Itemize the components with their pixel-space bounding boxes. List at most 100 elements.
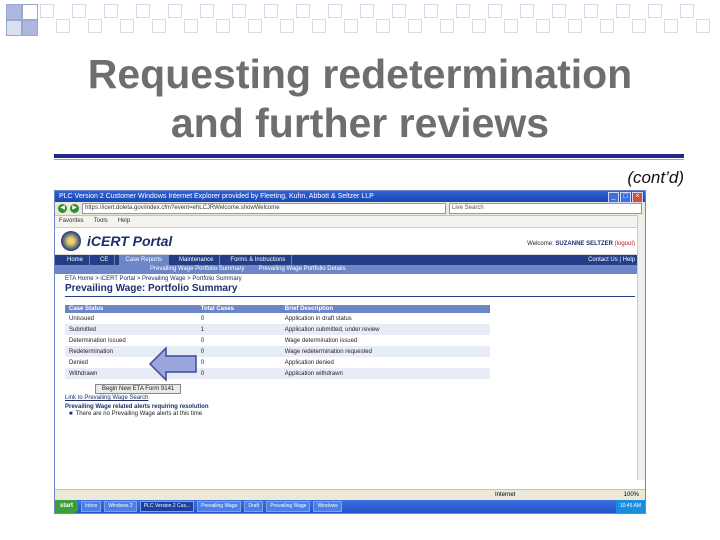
deco-square xyxy=(296,4,310,18)
url-input[interactable]: https://icert.doleta.gov/index.cfm?event… xyxy=(82,203,446,214)
maximize-icon[interactable]: □ xyxy=(620,192,631,203)
left-arrow-icon xyxy=(148,346,197,382)
windows-taskbar: start Inbox Windows 2 PLC Version 2 Cus.… xyxy=(55,500,645,513)
deco-square xyxy=(168,4,182,18)
table-row[interactable]: Determination Issued 0 Wage determinatio… xyxy=(65,335,490,346)
table-row[interactable]: Submitted 1 Application submitted, under… xyxy=(65,324,490,335)
case-status-table: Case Status Total Cases Brief Descriptio… xyxy=(65,305,490,379)
taskbar-item[interactable]: Windows xyxy=(313,501,342,512)
start-button[interactable]: start xyxy=(55,500,79,513)
taskbar-clock: 10:45 AM xyxy=(615,500,645,513)
deco-square xyxy=(328,4,342,18)
window-title: PLC Version 2 Customer Windows Internet … xyxy=(59,193,374,200)
case-status-cell[interactable]: Unissued xyxy=(65,313,197,324)
taskbar-item[interactable]: Draft xyxy=(244,501,264,512)
taskbar-item[interactable]: Prevailing Wage xyxy=(197,501,242,512)
breadcrumb[interactable]: ETA Home > iCERT Portal > Prevailing Wag… xyxy=(65,276,635,282)
description-cell: Application denied xyxy=(284,359,334,366)
deco-square xyxy=(136,4,150,18)
tab-maintenance[interactable]: Maintenance xyxy=(173,255,221,265)
window-controls: _ □ × xyxy=(608,192,643,203)
subtab-portfolio-summary[interactable]: Prevailing Wage Portfolio Summary xyxy=(145,265,249,274)
deco-square xyxy=(584,4,598,18)
total-cases-cell[interactable]: 0 xyxy=(197,335,281,346)
browser-window: PLC Version 2 Customer Windows Internet … xyxy=(54,190,646,514)
slide-title: Requesting redetermination and further r… xyxy=(0,50,720,148)
page-scrollbar[interactable] xyxy=(637,215,645,480)
deco-square xyxy=(104,4,118,18)
corner-decoration xyxy=(0,0,720,40)
table-row[interactable]: Redetermination 0 Wage redetermination r… xyxy=(65,346,490,357)
total-cases-cell[interactable]: 0 xyxy=(197,357,281,368)
title-line-1: Requesting redetermination xyxy=(87,51,633,97)
minimize-icon[interactable]: _ xyxy=(608,192,619,203)
window-titlebar: PLC Version 2 Customer Windows Internet … xyxy=(55,191,645,203)
table-row[interactable]: Withdrawn 0 Application withdrawn xyxy=(65,368,490,379)
total-cases-cell[interactable]: 0 xyxy=(197,313,281,324)
help-menu[interactable]: Help xyxy=(118,216,130,227)
page-title: Prevailing Wage: Portfolio Summary xyxy=(65,283,238,294)
deco-square xyxy=(552,4,566,18)
search-input[interactable]: Live Search xyxy=(449,203,642,214)
favorites-menu[interactable]: Favorites xyxy=(59,216,84,227)
tools-menu[interactable]: Tools xyxy=(94,216,108,227)
table-row[interactable]: Unissued 0 Application in draft status xyxy=(65,313,490,324)
deco-square xyxy=(424,4,438,18)
total-cases-cell[interactable]: 1 xyxy=(196,324,281,335)
deco-square xyxy=(216,19,230,33)
description-cell: Wage determination issued xyxy=(284,337,358,344)
back-icon[interactable]: ◀ xyxy=(58,204,67,213)
deco-square xyxy=(152,19,166,33)
deco-square xyxy=(456,4,470,18)
browser-statusbar: Internet 100% xyxy=(55,489,645,500)
deco-square xyxy=(120,19,134,33)
taskbar-item[interactable]: Inbox xyxy=(81,501,102,512)
deco-square xyxy=(232,4,246,18)
deco-square xyxy=(600,19,614,33)
portal-header: iCERT Portal Welcome: SUZANNE SELTZER (l… xyxy=(55,228,645,255)
deco-square xyxy=(22,4,38,20)
deco-square xyxy=(616,4,630,18)
taskbar-item[interactable]: Windows 2 xyxy=(104,501,137,512)
case-status-cell[interactable]: Determination Issued xyxy=(65,335,197,346)
close-icon[interactable]: × xyxy=(632,192,643,203)
deco-square xyxy=(440,19,454,33)
deco-square xyxy=(360,4,374,18)
tab-home[interactable]: Home xyxy=(61,255,91,265)
tab-case-reports[interactable]: Case Reports xyxy=(119,255,170,265)
title-rule xyxy=(54,154,684,158)
tab-ce[interactable]: CE xyxy=(94,255,116,265)
prevailing-wage-search-link[interactable]: Link to Prevailing Wage Search xyxy=(65,395,635,401)
user-name: SUZANNE SELTZER xyxy=(555,241,613,247)
case-status-cell[interactable]: Submitted xyxy=(65,324,197,335)
deco-square xyxy=(6,20,22,36)
dol-seal-icon xyxy=(61,231,81,251)
taskbar-item-active[interactable]: PLC Version 2 Cus... xyxy=(139,501,195,512)
deco-grid-strip xyxy=(40,4,720,34)
new-form-button[interactable]: Begin New ETA Form 9141 xyxy=(95,384,182,394)
deco-square xyxy=(200,4,214,18)
description-cell: Application submitted, under review xyxy=(280,324,490,335)
deco-square xyxy=(184,19,198,33)
total-cases-cell[interactable]: 0 xyxy=(196,346,281,357)
continued-label: (cont’d) xyxy=(627,168,684,187)
page-content: ETA Home > iCERT Portal > Prevailing Wag… xyxy=(55,274,645,419)
table-row[interactable]: Denied 0 Application denied xyxy=(65,357,490,368)
total-cases-cell[interactable]: 0 xyxy=(196,368,281,379)
logout-link[interactable]: (logout) xyxy=(615,241,635,247)
zoom-level[interactable]: 100% xyxy=(624,490,639,500)
deco-square xyxy=(392,4,406,18)
deco-square xyxy=(536,19,550,33)
deco-square xyxy=(88,19,102,33)
deco-square xyxy=(472,19,486,33)
tab-forms[interactable]: Forms & Instructions xyxy=(224,255,293,265)
deco-square xyxy=(40,4,54,18)
header-case-status: Case Status xyxy=(65,305,197,313)
deco-square xyxy=(664,19,678,33)
forward-icon[interactable]: ▶ xyxy=(70,204,79,213)
taskbar-item[interactable]: Prevailing Wage xyxy=(266,501,311,512)
subtab-portfolio-details[interactable]: Prevailing Wage Portfolio Details xyxy=(253,265,350,274)
contact-help-links[interactable]: Contact Us | Help xyxy=(588,255,635,265)
deco-square xyxy=(280,19,294,33)
deco-square xyxy=(376,19,390,33)
